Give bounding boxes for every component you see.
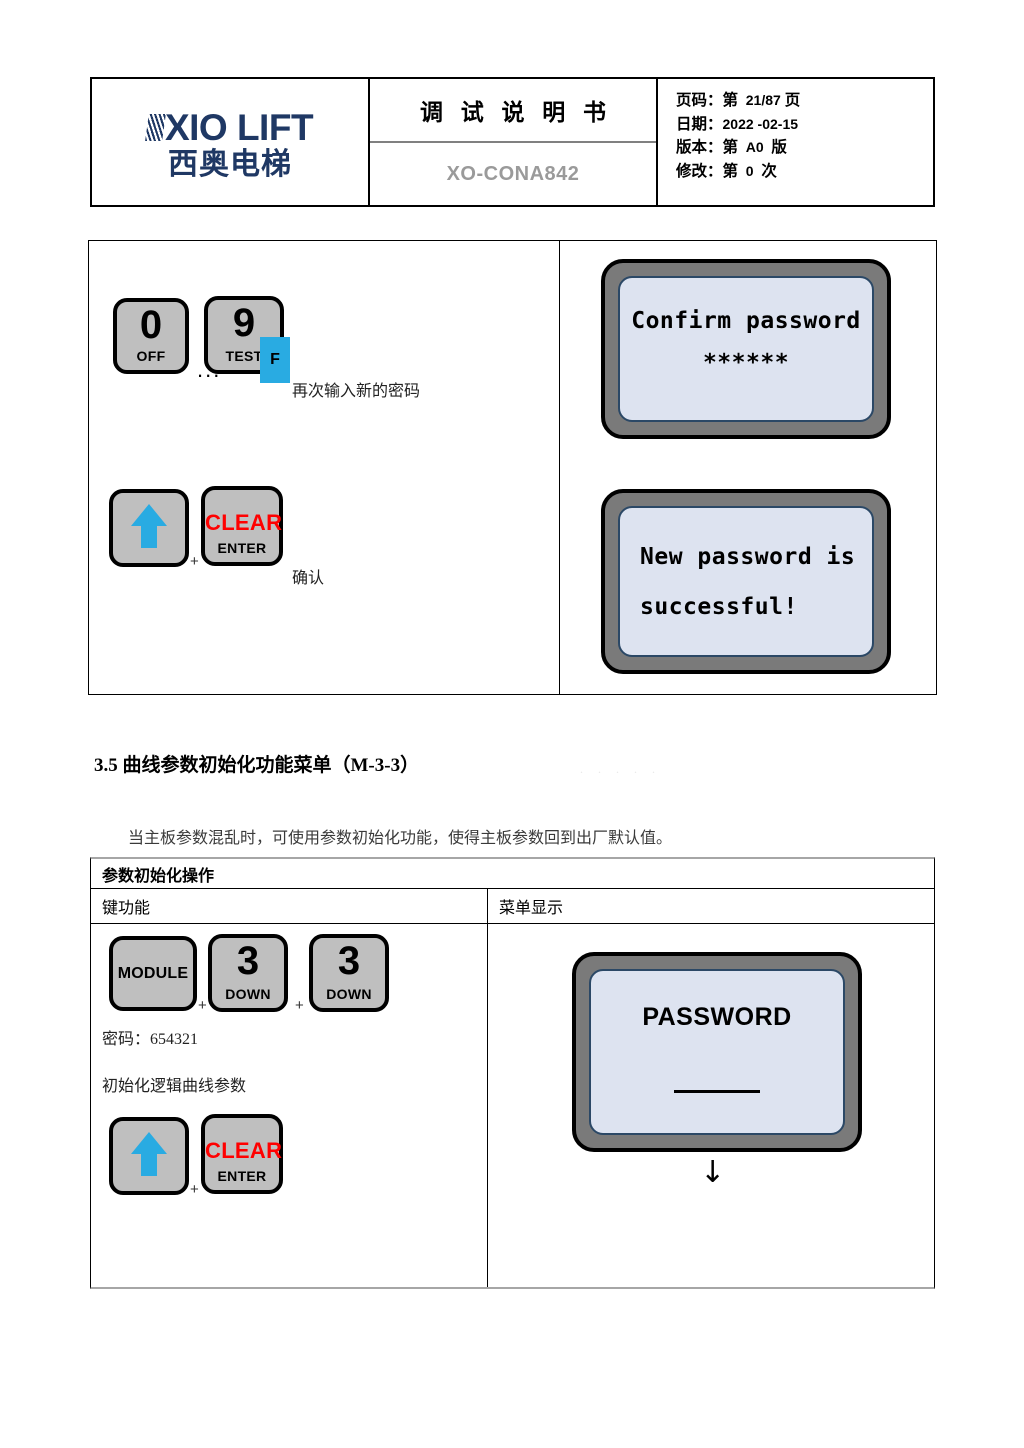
key-clear-label: CLEAR <box>205 510 283 535</box>
key-0-off[interactable]: 0 OFF <box>113 298 189 374</box>
meta-page-suffix: 页 <box>784 92 801 109</box>
meta-version: 版本：第 A0 版 <box>676 136 933 160</box>
meta-page-value: 21/87 <box>745 92 781 108</box>
password-entry-underline <box>674 1088 760 1093</box>
meta-date-value: 2022 -02-15 <box>722 115 799 132</box>
lcd-2-line-2: successful! <box>640 594 798 620</box>
document-title: 调 试 说 明 书 <box>370 79 656 143</box>
key-0-off-label: OFF <box>136 348 166 364</box>
document-code: XO-CONA842 <box>446 162 580 185</box>
table-cell-menu-display: PASSWORD ↓ <box>488 924 934 1287</box>
lcd-2-line-1: New password is <box>640 544 856 570</box>
section-leader-dots: . . . . . <box>580 762 661 776</box>
key-3-down-first[interactable]: 3 DOWN <box>208 934 288 1012</box>
key-0-off-digit: 0 <box>139 303 163 347</box>
annotation-reenter-password: 再次输入新的密码 <box>292 383 421 400</box>
key-module[interactable]: MODULE <box>109 936 197 1011</box>
document-title-cell: 调 试 说 明 书 XO-CONA842 <box>370 79 658 205</box>
table-body-row: MODULE + 3 DOWN + 3 DOWN 密码：654321 初始化逻辑… <box>91 924 934 1287</box>
meta-revision-suffix: 次 <box>761 162 777 180</box>
table-title-text: 参数初始化操作 <box>102 867 215 885</box>
lcd-screen-2: New password is successful! <box>618 506 874 657</box>
table-title-row: 参数初始化操作 <box>91 859 934 889</box>
meta-version-value: A0 <box>745 139 764 156</box>
key-enter-label-2: ENTER <box>217 1168 267 1184</box>
brand-logo-cell: XIO LIFT 西奥电梯 <box>92 79 370 205</box>
key-combo-plus-3: + <box>295 997 304 1014</box>
annotation-confirm: 确认 <box>292 570 325 587</box>
key-clear-enter-2[interactable]: CLEAR ENTER <box>201 1114 283 1194</box>
lcd-display-confirm-password: Confirm password ****** <box>601 259 891 439</box>
meta-date: 日期：2022 -02-15 <box>676 113 933 137</box>
logo-brand-cn: 西奥电梯 <box>168 147 292 181</box>
key-combo-plus-4: + <box>190 1181 199 1198</box>
key-combo-plus-2: + <box>198 997 207 1014</box>
key-3-down-first-label: DOWN <box>225 986 271 1002</box>
lcd-screen-3: PASSWORD <box>589 969 845 1135</box>
key-3-down-second[interactable]: 3 DOWN <box>309 934 389 1012</box>
logo-hatch-icon <box>145 113 166 141</box>
meta-revision: 修改：第 0 次 <box>676 160 933 184</box>
key-up-arrow[interactable] <box>109 489 189 567</box>
meta-version-label: 版本：第 <box>676 139 739 157</box>
lcd-1-line-1: Confirm password <box>631 308 861 334</box>
table-header-menu-display: 菜单显示 <box>499 900 564 917</box>
parameter-init-table: 参数初始化操作 键功能 菜单显示 MODULE + 3 DOWN + 3 DOW… <box>90 857 935 1289</box>
document-meta-cell: 页码：第 21/87 页 日期：2022 -02-15 版本：第 A0 版 修改… <box>658 79 933 205</box>
key-f-overlay[interactable]: F <box>260 337 290 383</box>
meta-date-label: 日期： <box>676 115 723 133</box>
lcd-screen-1: Confirm password ****** <box>618 276 874 422</box>
flow-down-arrow-icon: ↓ <box>700 1155 726 1190</box>
password-confirm-panel: 0 OFF ... 9 TEST F 再次输入新的密码 + CLEAR ENTE… <box>88 240 937 695</box>
document-header-table: XIO LIFT 西奥电梯 调 试 说 明 书 XO-CONA842 页码：第 … <box>90 77 935 207</box>
table-header-key-function: 键功能 <box>91 889 488 923</box>
key-module-label: MODULE <box>117 964 189 982</box>
lcd-3-line-2 <box>674 1078 760 1097</box>
key-3-down-second-digit: 3 <box>337 939 361 983</box>
key-enter-label: ENTER <box>217 540 267 556</box>
panel-column-divider <box>559 241 560 694</box>
section-heading-3-5: 3.5 曲线参数初始化功能菜单（M-3-3） <box>94 755 420 776</box>
meta-revision-value: 0 <box>745 162 754 179</box>
key-up-arrow-2[interactable] <box>109 1117 189 1195</box>
meta-page: 页码：第 21/87 页 <box>676 89 933 113</box>
meta-page-label: 页码：第 <box>676 92 739 109</box>
key-3-down-first-digit: 3 <box>236 939 260 983</box>
meta-revision-label: 修改：第 <box>676 162 739 180</box>
annotation-password-value: 密码：654321 <box>102 1031 199 1048</box>
lcd-1-line-2: ****** <box>702 350 790 376</box>
meta-version-suffix: 版 <box>771 139 787 157</box>
logo-wordmark: XIO LIFT <box>145 106 314 148</box>
annotation-init-curve-params: 初始化逻辑曲线参数 <box>102 1078 247 1095</box>
key-3-down-second-label: DOWN <box>326 986 372 1002</box>
logo-brand-en: XIO LIFT <box>164 106 314 148</box>
key-combo-plus-1: + <box>190 553 199 570</box>
lcd-display-password-entry: PASSWORD <box>572 952 862 1152</box>
table-header-row: 键功能 菜单显示 <box>91 889 934 924</box>
lcd-3-line-1: PASSWORD <box>642 1003 792 1031</box>
section-paragraph: 当主板参数混乱时，可使用参数初始化功能，使得主板参数回到出厂默认值。 <box>128 830 673 847</box>
key-clear-label-2: CLEAR <box>205 1138 283 1163</box>
table-cell-key-function: MODULE + 3 DOWN + 3 DOWN 密码：654321 初始化逻辑… <box>91 924 488 1287</box>
key-clear-enter[interactable]: CLEAR ENTER <box>201 486 283 566</box>
lcd-display-new-password-success: New password is successful! <box>601 489 891 674</box>
